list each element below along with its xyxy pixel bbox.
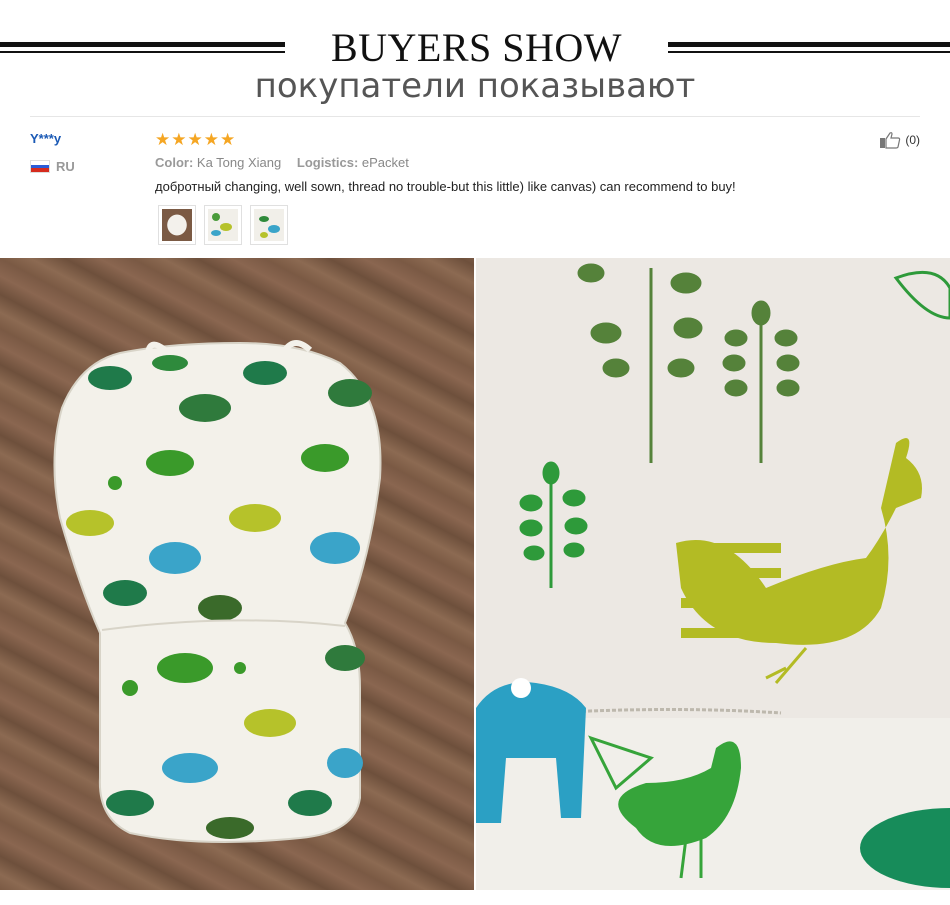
- reviewer-name[interactable]: Y***y: [30, 131, 61, 146]
- review-thumbnail-3[interactable]: [250, 205, 288, 245]
- color-label: Color:: [155, 155, 194, 170]
- logistics-value: ePacket: [361, 155, 409, 170]
- header-title: BUYERS SHOW: [330, 25, 623, 70]
- color-value: Ka Tong Xiang: [196, 155, 282, 170]
- review-meta: Color: Ka Tong Xiang Logistics: ePacket: [155, 155, 421, 170]
- reviewer-country: RU: [30, 159, 75, 174]
- rating-stars: ★ ★ ★ ★ ★: [155, 131, 235, 148]
- logistics-label: Logistics:: [296, 155, 359, 170]
- country-code: RU: [56, 159, 75, 174]
- buyers-show-header: BUYERS SHOW покупатели показывают: [0, 0, 950, 112]
- review-photo-fabric-closeup[interactable]: [476, 258, 950, 890]
- thumbs-up-icon: [880, 132, 901, 149]
- header-rule-left: [0, 42, 285, 56]
- review-text: добротный changing, well sown, thread no…: [155, 179, 736, 194]
- star-icon: ★: [220, 130, 236, 149]
- russia-flag-icon: [30, 160, 50, 173]
- star-icon: ★: [171, 130, 187, 149]
- review-thumbnail-1[interactable]: [158, 205, 196, 245]
- review-card: Y***y RU ★ ★ ★ ★ ★ Color: Ka Tong Xiang …: [30, 116, 920, 256]
- review-photo-cushion-full[interactable]: [0, 258, 474, 890]
- review-thumbnail-2[interactable]: [204, 205, 242, 245]
- star-icon: ★: [155, 130, 171, 149]
- star-icon: ★: [203, 130, 219, 149]
- header-subtitle: покупатели показывают: [254, 66, 696, 106]
- header-rule-right: [668, 42, 950, 56]
- helpful-count: (0): [905, 133, 920, 147]
- helpful-button[interactable]: (0): [879, 131, 920, 149]
- review-photos: [0, 258, 950, 890]
- star-icon: ★: [187, 130, 203, 149]
- review-thumbnails: [158, 205, 288, 245]
